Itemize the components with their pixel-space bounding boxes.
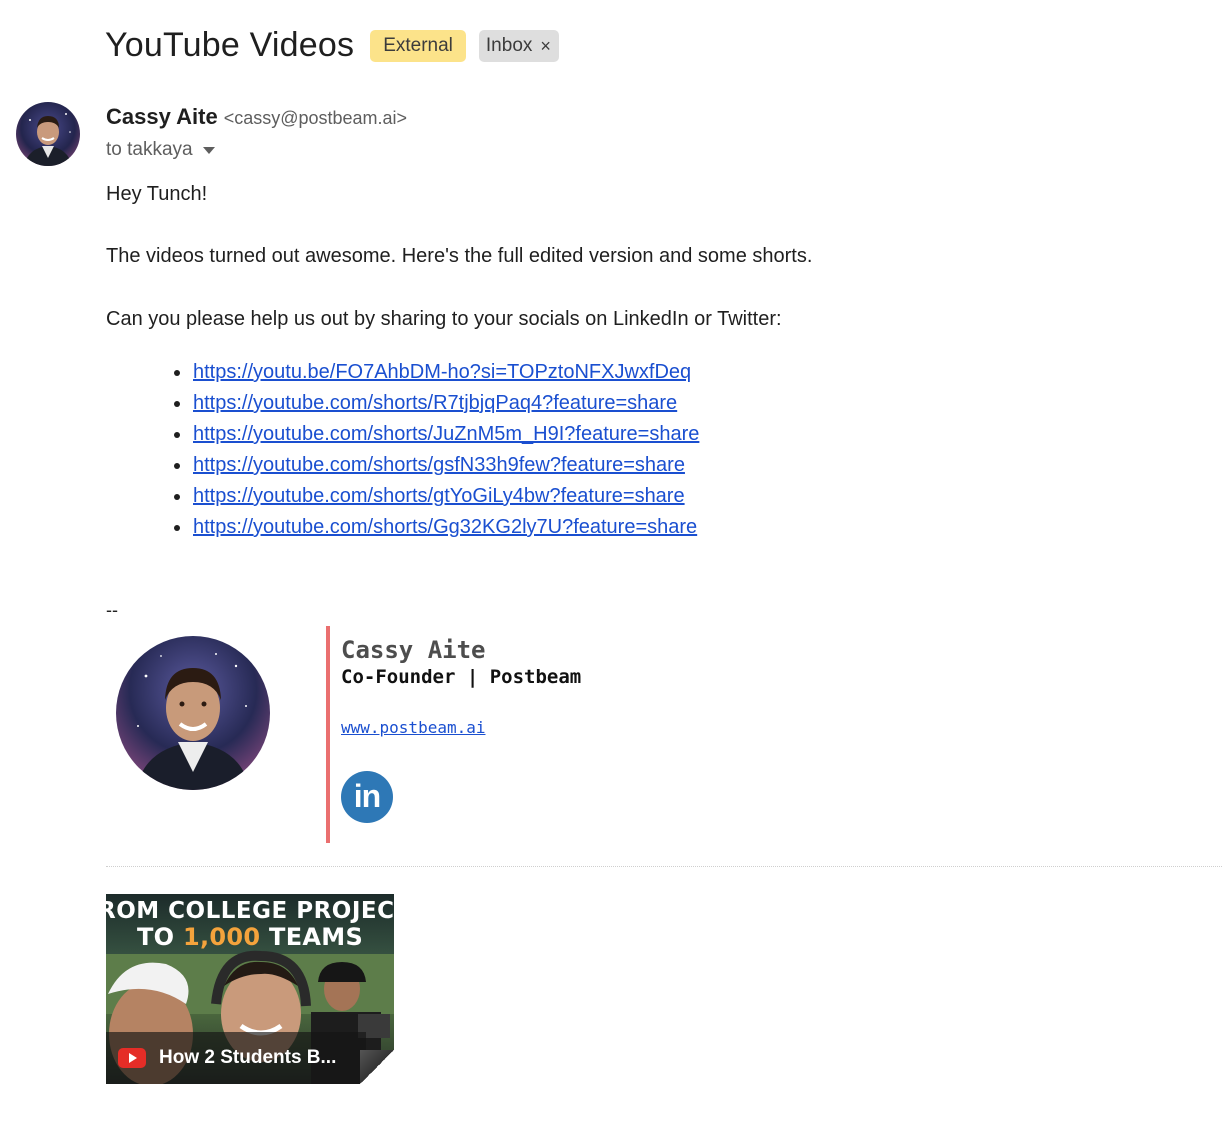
signature-name: Cassy Aite — [341, 636, 486, 664]
signature-separator: -- — [106, 600, 118, 620]
inbox-label[interactable]: Inbox × — [478, 29, 559, 62]
headline-prefix: TO — [136, 923, 183, 951]
linkedin-icon[interactable]: in — [341, 771, 393, 823]
signature-accent-bar — [326, 626, 330, 843]
body-paragraph-2: Can you please help us out by sharing to… — [106, 308, 782, 330]
headline-suffix: TEAMS — [260, 923, 364, 951]
thumbnail-headline-line1: ROM COLLEGE PROJEC — [106, 898, 394, 924]
sender-email: <cassy@postbeam.ai> — [223, 108, 408, 128]
signature-photo — [116, 636, 270, 790]
video-link[interactable]: https://youtube.com/shorts/JuZnM5m_H9I?f… — [193, 423, 699, 445]
list-item: https://youtube.com/shorts/gsfN33h9few?f… — [166, 450, 699, 481]
body-paragraph-1: The videos turned out awesome. Here's th… — [106, 245, 813, 267]
attachment-divider — [106, 866, 1222, 867]
sender-row: Cassy Aite <cassy@postbeam.ai> — [106, 104, 407, 130]
video-link[interactable]: https://youtube.com/shorts/gtYoGiLy4bw?f… — [193, 485, 685, 507]
video-link[interactable]: https://youtube.com/shorts/Gg32KG2ly7U?f… — [193, 516, 697, 538]
video-title: How 2 Students B... — [159, 1047, 337, 1068]
signature-role: Co-Founder | Postbeam — [341, 666, 582, 688]
video-link[interactable]: https://youtu.be/FO7AhbDM-ho?si=TOPztoNF… — [193, 361, 691, 383]
video-link[interactable]: https://youtube.com/shorts/gsfN33h9few?f… — [193, 454, 685, 476]
sender-avatar[interactable] — [16, 102, 80, 166]
youtube-video-thumbnail[interactable]: ROM COLLEGE PROJEC TO 1,000 TEAMS How 2 … — [106, 894, 394, 1084]
list-item: https://youtu.be/FO7AhbDM-ho?si=TOPztoNF… — [166, 357, 699, 388]
list-item: https://youtube.com/shorts/JuZnM5m_H9I?f… — [166, 419, 699, 450]
greeting: Hey Tunch! — [106, 183, 208, 205]
video-link-list: https://youtu.be/FO7AhbDM-ho?si=TOPztoNF… — [166, 357, 699, 543]
external-label: External — [370, 29, 466, 62]
show-details-dropdown-icon[interactable] — [202, 146, 215, 154]
list-item: https://youtube.com/shorts/gtYoGiLy4bw?f… — [166, 481, 699, 512]
recipient-label: to takkaya — [106, 139, 193, 160]
inbox-label-text: Inbox — [485, 34, 533, 56]
email-subject: YouTube Videos — [105, 26, 355, 64]
thumbnail-caption: How 2 Students B... — [106, 1032, 366, 1084]
list-item: https://youtube.com/shorts/R7tjbjqPaq4?f… — [166, 388, 699, 419]
page-curl-icon — [360, 1050, 394, 1084]
thumbnail-headline-line2: TO 1,000 TEAMS — [106, 923, 394, 951]
headline-highlight: 1,000 — [182, 923, 261, 951]
signature-website-link[interactable]: www.postbeam.ai — [341, 718, 486, 737]
remove-label-icon[interactable]: × — [540, 35, 551, 57]
sender-name[interactable]: Cassy Aite — [106, 104, 218, 130]
list-item: https://youtube.com/shorts/Gg32KG2ly7U?f… — [166, 512, 699, 543]
subject-row: YouTube Videos External Inbox × — [105, 26, 559, 65]
youtube-play-icon — [118, 1048, 146, 1068]
video-link[interactable]: https://youtube.com/shorts/R7tjbjqPaq4?f… — [193, 392, 677, 414]
recipient-row[interactable]: to takkaya — [106, 139, 215, 161]
linkedin-glyph: in — [353, 777, 381, 814]
